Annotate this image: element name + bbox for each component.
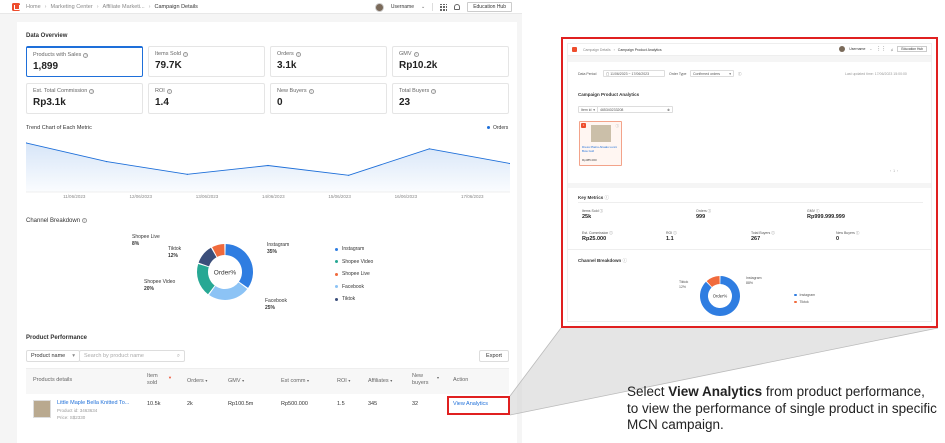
instruction-caption: Select View Analytics from product perfo… [627, 384, 937, 432]
calendar-icon: ▢ [606, 71, 610, 76]
donut-center-label: Order% [713, 293, 728, 298]
shopee-logo-icon[interactable] [572, 47, 577, 52]
inset-legend-item-tiktok[interactable]: Tiktok [794, 300, 809, 304]
bell-icon[interactable]: ♫ [890, 47, 893, 52]
pagination[interactable]: ‹ 1 › [890, 169, 898, 173]
order-type-select[interactable]: Confirmed orders ▾ [690, 70, 734, 77]
spacer [568, 56, 931, 62]
clear-icon[interactable]: ⊗ [667, 108, 670, 112]
education-hub-button[interactable]: Education Hub [897, 46, 927, 52]
inset-breadcrumb-current: Campaign Product Analytics [617, 47, 662, 52]
chevron-down-icon: ▾ [729, 71, 731, 76]
campaign-product-analytics-title: Campaign Product Analytics [578, 92, 640, 97]
inset-channel-breakdown-title: Channel Breakdown ⓘ [578, 258, 628, 263]
campaign-product-analytics-screen: Campaign Details › Campaign Product Anal… [567, 43, 932, 322]
divider [568, 249, 931, 250]
product-price: Rp385.000 [582, 158, 597, 162]
chevron-down-icon[interactable]: ⌄ [869, 47, 872, 51]
remove-icon[interactable]: × [581, 123, 586, 128]
caption-emphasis: View Analytics [668, 384, 763, 399]
divider [578, 202, 923, 203]
help-icon[interactable]: ⓘ [605, 195, 610, 200]
inset-top-navigation-bar: Campaign Details › Campaign Product Anal… [568, 44, 931, 56]
chevron-right-icon: › [613, 47, 615, 52]
key-metrics-title: Key Metrics ⓘ [578, 195, 610, 200]
order-type-label: Order Type [669, 72, 687, 76]
item-id-select[interactable]: Item id ▾ [578, 106, 598, 113]
view-analytics-highlight [447, 396, 510, 415]
key-metric-value: Rp25.000 [582, 236, 607, 242]
user-avatar[interactable] [839, 46, 846, 52]
key-metric-value: 999 [696, 214, 706, 220]
product-thumbnail [591, 125, 611, 142]
last-updated-time: Last updated time: 17/06/2023 15:00:00 [845, 72, 907, 76]
chevron-down-icon: ▾ [593, 107, 595, 112]
inset-channel-donut-chart: Order% [700, 276, 740, 316]
username-label[interactable]: Username [849, 47, 865, 51]
key-metric-value: 1.1 [666, 236, 674, 242]
inset-legend-item-instagram[interactable]: Instagram [794, 293, 815, 297]
help-icon[interactable]: ⓘ [738, 72, 742, 77]
selected-product-card[interactable]: × ⓘ Dress Plains Ahaalu Lunni Bow Goll R… [579, 121, 622, 166]
key-metric-value: 267 [751, 236, 761, 242]
help-icon[interactable]: ⓘ [616, 124, 620, 129]
data-period-picker[interactable]: ▢ 11/06/2023 ~ 17/06/2023 [603, 70, 665, 77]
help-icon[interactable]: ⓘ [623, 258, 628, 263]
spacer [568, 183, 931, 188]
product-name-link[interactable]: Dress Plains Ahaalu Lunni Bow Goll [582, 145, 621, 154]
inset-breadcrumb-prev[interactable]: Campaign Details [583, 48, 611, 52]
key-metric-label: New Buyers ⓘ [836, 231, 860, 235]
key-metric-value: Rp999.999.999 [807, 214, 845, 220]
item-id-input[interactable]: 465340233208 ⊗ [597, 106, 673, 113]
key-metric-value: 25k [582, 214, 592, 220]
inset-donut-label-instagram: Instagram 88% [746, 276, 762, 285]
apps-grid-icon[interactable]: ⋮⋮ [876, 46, 886, 52]
inset-donut-label-tiktok: Tiktok 12% [679, 280, 689, 289]
key-metric-value: 0 [836, 236, 840, 242]
data-period-label: Data Period [578, 72, 597, 76]
